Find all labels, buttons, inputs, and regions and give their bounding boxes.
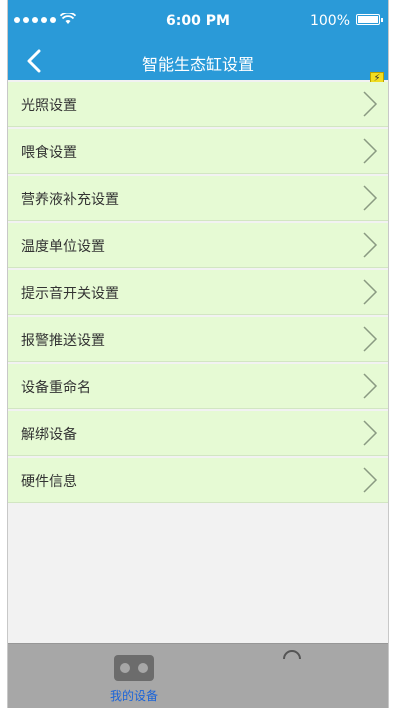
tab-label: 我的设备	[109, 689, 158, 703]
menu-item-hardware-info[interactable]: 硬件信息	[8, 458, 388, 503]
menu-item-label: 光照设置	[21, 98, 77, 114]
menu-item-sound[interactable]: 提示音开关设置	[8, 270, 388, 315]
tab-bar: 我的设备	[8, 643, 388, 708]
partial-icon	[283, 650, 301, 660]
menu-item-alarm-push[interactable]: 报警推送设置	[8, 317, 388, 362]
battery-percentage: 100%	[309, 13, 350, 29]
tab-other[interactable]	[268, 644, 388, 708]
chevron-right-icon	[363, 138, 378, 164]
settings-list: 光照设置 喂食设置 营养液补充设置 温度单位设置 提示音开关设置 报警推送设置 …	[8, 82, 388, 505]
nav-bar: 智能生态缸设置	[8, 42, 388, 80]
menu-item-label: 硬件信息	[21, 474, 77, 490]
menu-item-label: 设备重命名	[21, 380, 91, 396]
chevron-right-icon	[363, 91, 378, 117]
menu-item-label: 温度单位设置	[21, 239, 105, 255]
menu-item-label: 喂食设置	[21, 145, 77, 161]
chevron-right-icon	[363, 373, 378, 399]
menu-item-feeding[interactable]: 喂食设置	[8, 129, 388, 174]
device-icon	[114, 655, 154, 681]
phone-screen: 6:00 PM 100% 智能生态缸设置 ⚡ 光照设置 喂食设置 营养液补充设置…	[7, 0, 389, 708]
menu-item-label: 营养液补充设置	[21, 192, 119, 208]
chevron-right-icon	[363, 420, 378, 446]
menu-item-temperature-unit[interactable]: 温度单位设置	[8, 223, 388, 268]
chevron-right-icon	[363, 232, 378, 258]
chevron-right-icon	[363, 326, 378, 352]
menu-item-unbind[interactable]: 解绑设备	[8, 411, 388, 456]
chevron-right-icon	[363, 467, 378, 493]
status-bar: 6:00 PM 100%	[8, 0, 388, 42]
menu-item-lighting[interactable]: 光照设置	[8, 82, 388, 127]
menu-item-label: 报警推送设置	[21, 333, 105, 349]
page-title: 智能生态缸设置	[141, 55, 254, 74]
tab-my-devices[interactable]: 我的设备	[78, 644, 198, 708]
menu-item-label: 解绑设备	[21, 427, 77, 443]
menu-item-label: 提示音开关设置	[21, 286, 119, 302]
chevron-right-icon	[363, 279, 378, 305]
menu-item-nutrient[interactable]: 营养液补充设置	[8, 176, 388, 221]
battery-icon	[356, 14, 383, 25]
menu-item-rename[interactable]: 设备重命名	[8, 364, 388, 409]
chevron-right-icon	[363, 185, 378, 211]
